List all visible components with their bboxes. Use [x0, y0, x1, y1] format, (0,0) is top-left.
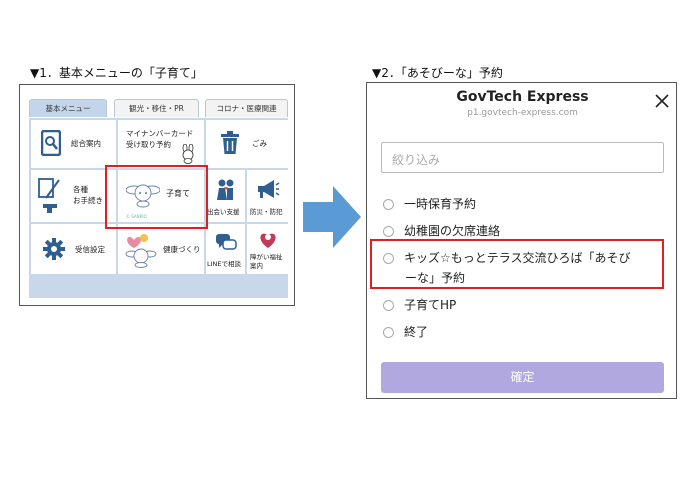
- option-childcare-hp[interactable]: 子育てHP: [383, 296, 456, 313]
- general-info-label: 総合案内: [71, 139, 101, 148]
- asobina-highlight-box: [370, 239, 664, 289]
- mynumber-label-1: マイナンバーカード: [126, 129, 194, 138]
- radio-button[interactable]: [383, 199, 394, 210]
- magnifier-document-icon: [41, 130, 61, 156]
- dialog-subtitle: p1.govtech-express.com: [467, 108, 578, 118]
- reception-settings-label: 受信設定: [75, 245, 105, 254]
- menu-disaster[interactable]: 防災・防犯: [247, 170, 288, 222]
- gear-icon: [43, 238, 65, 260]
- menu-reception-settings[interactable]: 受信設定: [31, 224, 116, 274]
- option-end[interactable]: 終了: [383, 323, 428, 340]
- left-caption: ▼1．基本メニューの「子育て」: [30, 66, 203, 80]
- disability-heart-icon: [260, 233, 276, 248]
- menu-health[interactable]: 健康づくり: [118, 224, 204, 274]
- procedures-label-2: お手続き: [73, 196, 103, 205]
- confirm-button[interactable]: 確定: [381, 362, 664, 393]
- option-label: 幼稚園の欠席連絡: [404, 224, 501, 238]
- option-temporary-childcare[interactable]: 一時保育予約: [383, 195, 476, 212]
- option-label: 終了: [404, 325, 429, 339]
- childcare-highlight-box: [105, 165, 208, 229]
- menu-general-info[interactable]: 総合案内: [31, 120, 116, 168]
- disaster-label: 防災・防犯: [250, 208, 283, 216]
- megaphone-icon: [258, 180, 280, 198]
- menu-tabs: 基本メニュー 観光・移住・PR コロナ・医療関連: [29, 99, 288, 119]
- rabbit-mascot-icon: [182, 144, 194, 164]
- heart-mascot-icon: [125, 234, 157, 268]
- menu-garbage[interactable]: ごみ: [206, 120, 288, 168]
- radio-button[interactable]: [383, 300, 394, 311]
- menu-mynumber[interactable]: マイナンバーカード 受け取り予約: [118, 120, 204, 168]
- dialog-title: GovTech Express: [456, 89, 589, 105]
- disability-label-2: 案内: [250, 262, 263, 270]
- filter-input[interactable]: 絞り込み: [381, 142, 664, 173]
- line-consult-label: LINEで相談: [207, 260, 242, 268]
- garbage-label: ごみ: [252, 139, 267, 148]
- option-kindergarten-absence[interactable]: 幼稚園の欠席連絡: [383, 222, 500, 239]
- right-caption: ▼2．「あそびーな」予約: [372, 66, 503, 80]
- menu-disability[interactable]: 障がい福祉 案内: [247, 224, 288, 274]
- menu-encounter[interactable]: 出会い支援: [206, 170, 245, 222]
- menu-procedures[interactable]: 各種 お手続き: [31, 170, 116, 222]
- radio-button[interactable]: [383, 327, 394, 338]
- right-arrow-icon: [303, 186, 361, 248]
- option-label: 一時保育予約: [404, 197, 477, 211]
- selection-dialog: GovTech Express p1.govtech-express.com 絞…: [366, 82, 677, 399]
- radio-button[interactable]: [383, 226, 394, 237]
- tab-basic-menu[interactable]: 基本メニュー: [29, 99, 107, 117]
- tab-covid-medical[interactable]: コロナ・医療関連: [205, 99, 288, 117]
- menu-line-consult[interactable]: LINEで相談: [206, 224, 245, 274]
- option-label: 子育てHP: [404, 298, 457, 312]
- couple-icon: [217, 179, 234, 200]
- trash-can-icon: [221, 131, 239, 154]
- mynumber-label-2: 受け取り予約: [126, 140, 171, 149]
- tab-tourism[interactable]: 観光・移住・PR: [114, 99, 199, 117]
- close-icon[interactable]: [654, 93, 670, 109]
- encounter-label: 出会い支援: [207, 208, 240, 216]
- procedures-label-1: 各種: [73, 185, 88, 194]
- form-faucet-icon: [38, 178, 60, 213]
- health-label: 健康づくり: [163, 245, 201, 254]
- chat-bubbles-icon: [216, 234, 237, 250]
